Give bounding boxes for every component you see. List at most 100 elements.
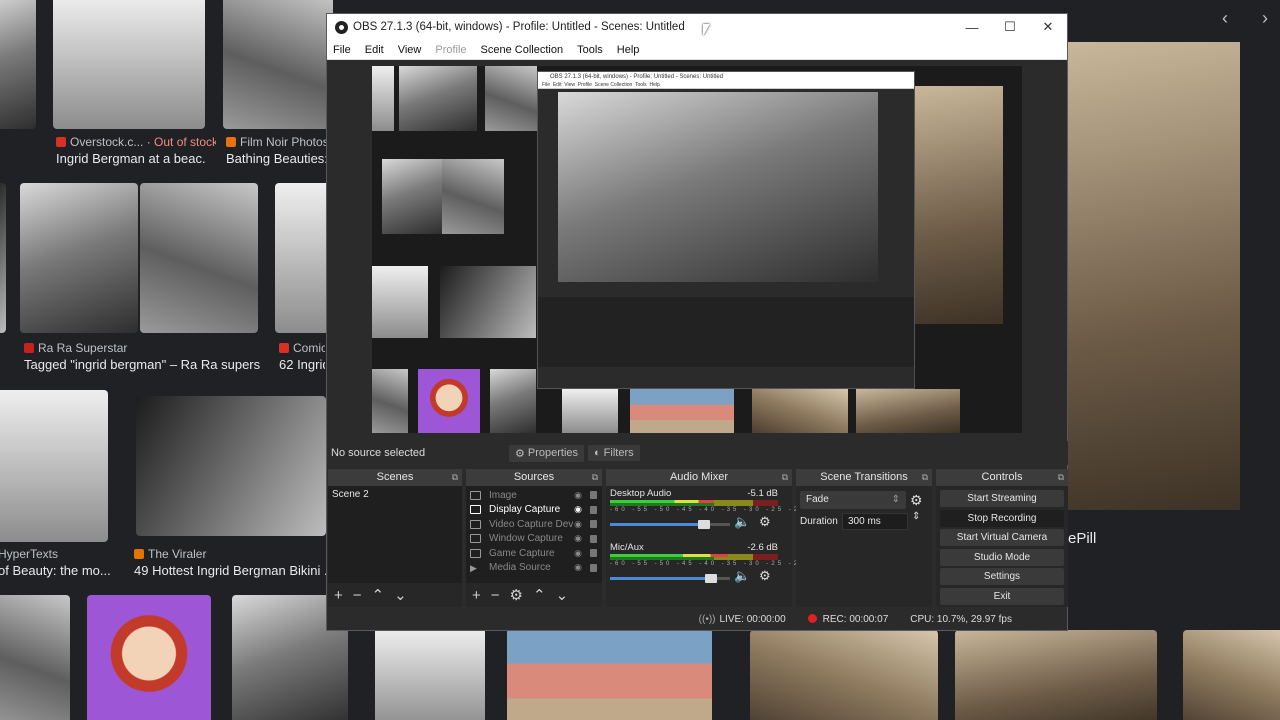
menu-file[interactable]: File: [333, 44, 351, 56]
eye-icon[interactable]: ◉: [574, 562, 582, 573]
gear-icon[interactable]: ⚙: [759, 514, 771, 530]
title-bar[interactable]: OBS 27.1.3 (64-bit, windows) - Profile: …: [327, 14, 1067, 40]
prev-arrow-icon[interactable]: ‹: [1222, 8, 1228, 29]
undock-icon[interactable]: ⧉: [1058, 469, 1064, 486]
result-image[interactable]: [140, 183, 258, 333]
remove-icon[interactable]: −: [353, 587, 362, 604]
menu-scene-collection[interactable]: Scene Collection: [481, 44, 564, 56]
volume-slider[interactable]: [610, 520, 710, 529]
result-title[interactable]: Ingrid Bergman at a beac...: [56, 151, 206, 166]
result-image[interactable]: [20, 183, 138, 333]
duration-label: Duration: [800, 516, 838, 527]
menu-tools[interactable]: Tools: [577, 44, 603, 56]
next-arrow-icon[interactable]: ›: [1262, 8, 1268, 29]
scene-item[interactable]: Scene 2: [328, 486, 462, 503]
result-image[interactable]: [507, 628, 712, 720]
result-image[interactable]: [223, 0, 333, 129]
menu-edit[interactable]: Edit: [365, 44, 384, 56]
result-image[interactable]: [87, 595, 211, 720]
result-image[interactable]: [136, 396, 326, 536]
menu-profile[interactable]: Profile: [435, 44, 466, 56]
preview-source-name[interactable]: ePill: [1068, 530, 1096, 547]
undock-icon[interactable]: ⧉: [922, 469, 928, 486]
source-item[interactable]: Window Capture ◉: [466, 532, 602, 547]
result-source[interactable]: Ra Ra Superstar: [24, 341, 224, 355]
menu-view[interactable]: View: [398, 44, 422, 56]
properties-button[interactable]: ⚙ Properties: [509, 444, 585, 462]
nested-obs-window: OBS 27.1.3 (64-bit, windows) - Profile: …: [537, 71, 915, 389]
preview-canvas[interactable]: OBS 27.1.3 (64-bit, windows) - Profile: …: [372, 66, 1022, 433]
exit-button[interactable]: Exit: [940, 588, 1064, 605]
eye-icon[interactable]: ◉: [574, 533, 582, 544]
result-image[interactable]: [0, 390, 108, 542]
minimize-button[interactable]: —: [953, 14, 991, 40]
transition-select[interactable]: Fade ⇕: [800, 491, 906, 509]
lock-icon[interactable]: [590, 549, 597, 558]
eye-icon[interactable]: ◉: [574, 504, 582, 515]
eye-icon[interactable]: ◉: [574, 519, 582, 530]
undock-icon[interactable]: ⧉: [452, 469, 458, 486]
lock-icon[interactable]: [590, 563, 597, 572]
gear-icon[interactable]: ⚙: [759, 568, 771, 584]
lock-icon[interactable]: [590, 520, 597, 529]
volume-slider[interactable]: [610, 574, 717, 583]
studio-mode-button[interactable]: Studio Mode: [940, 549, 1064, 566]
move-up-icon[interactable]: ⌃: [372, 586, 385, 604]
result-image[interactable]: [955, 630, 1157, 720]
result-source[interactable]: The Viraler: [134, 547, 314, 561]
speaker-icon[interactable]: 🔈: [734, 514, 750, 530]
result-title[interactable]: of Beauty: the mo...: [0, 563, 118, 578]
maximize-button[interactable]: ☐: [991, 14, 1029, 40]
rec-time: REC: 00:00:07: [822, 613, 889, 625]
remove-icon[interactable]: −: [491, 587, 500, 604]
result-source[interactable]: Film Noir Photos: [226, 135, 326, 149]
volume-slider-handle[interactable]: [704, 574, 717, 583]
result-title[interactable]: 62 Ingrid: [279, 357, 325, 372]
move-down-icon[interactable]: ⌄: [394, 586, 407, 604]
result-source[interactable]: HyperTexts: [0, 547, 118, 561]
result-image[interactable]: [0, 183, 6, 333]
lock-icon[interactable]: [590, 505, 597, 514]
result-source[interactable]: Comic: [279, 341, 325, 355]
result-image[interactable]: [1183, 630, 1280, 720]
source-item[interactable]: Game Capture ◉: [466, 546, 602, 561]
settings-button[interactable]: Settings: [940, 568, 1064, 585]
gear-icon[interactable]: ⚙: [910, 492, 923, 509]
volume-slider-handle[interactable]: [697, 520, 710, 529]
result-title[interactable]: Bathing Beauties:: [226, 151, 326, 166]
speaker-icon[interactable]: 🔈: [734, 568, 750, 584]
gear-icon[interactable]: ⚙: [510, 586, 523, 604]
add-icon[interactable]: +: [472, 587, 481, 604]
start-virtual-camera-button[interactable]: Start Virtual Camera: [940, 529, 1064, 546]
spin-arrows-icon[interactable]: ⇕: [912, 511, 920, 522]
result-image[interactable]: [53, 0, 205, 129]
eye-icon[interactable]: ◉: [574, 490, 582, 501]
result-title[interactable]: 49 Hottest Ingrid Bergman Bikini ...: [134, 563, 326, 578]
filters-button[interactable]: ◐ Filters: [588, 445, 640, 461]
close-button[interactable]: ✕: [1029, 14, 1067, 40]
stop-recording-button[interactable]: Stop Recording: [940, 510, 1064, 527]
source-item[interactable]: Display Capture ◉: [466, 503, 602, 518]
lock-icon[interactable]: [590, 491, 597, 500]
source-item[interactable]: Video Capture Dev ◉: [466, 517, 602, 532]
nested-menu-item: Help: [649, 82, 660, 88]
move-up-icon[interactable]: ⌃: [533, 586, 546, 604]
result-title[interactable]: Tagged "ingrid bergman" – Ra Ra superst.…: [24, 357, 260, 372]
result-image[interactable]: [0, 595, 70, 720]
eye-icon[interactable]: ◉: [574, 548, 582, 559]
move-down-icon[interactable]: ⌄: [556, 586, 569, 604]
preview-large-image[interactable]: [1068, 42, 1240, 510]
result-source[interactable]: Overstock.c... · Out of stock: [56, 135, 216, 149]
result-image[interactable]: [750, 630, 938, 720]
result-image[interactable]: [375, 628, 485, 720]
source-item[interactable]: Image ◉: [466, 488, 602, 503]
start-streaming-button[interactable]: Start Streaming: [940, 490, 1064, 507]
lock-icon[interactable]: [590, 534, 597, 543]
add-icon[interactable]: +: [334, 587, 343, 604]
result-image[interactable]: [0, 0, 36, 129]
duration-input[interactable]: 300 ms: [842, 513, 908, 530]
undock-icon[interactable]: ⧉: [782, 469, 788, 486]
undock-icon[interactable]: ⧉: [592, 469, 598, 486]
source-item[interactable]: ▶ Media Source ◉: [466, 561, 602, 576]
menu-help[interactable]: Help: [617, 44, 640, 56]
